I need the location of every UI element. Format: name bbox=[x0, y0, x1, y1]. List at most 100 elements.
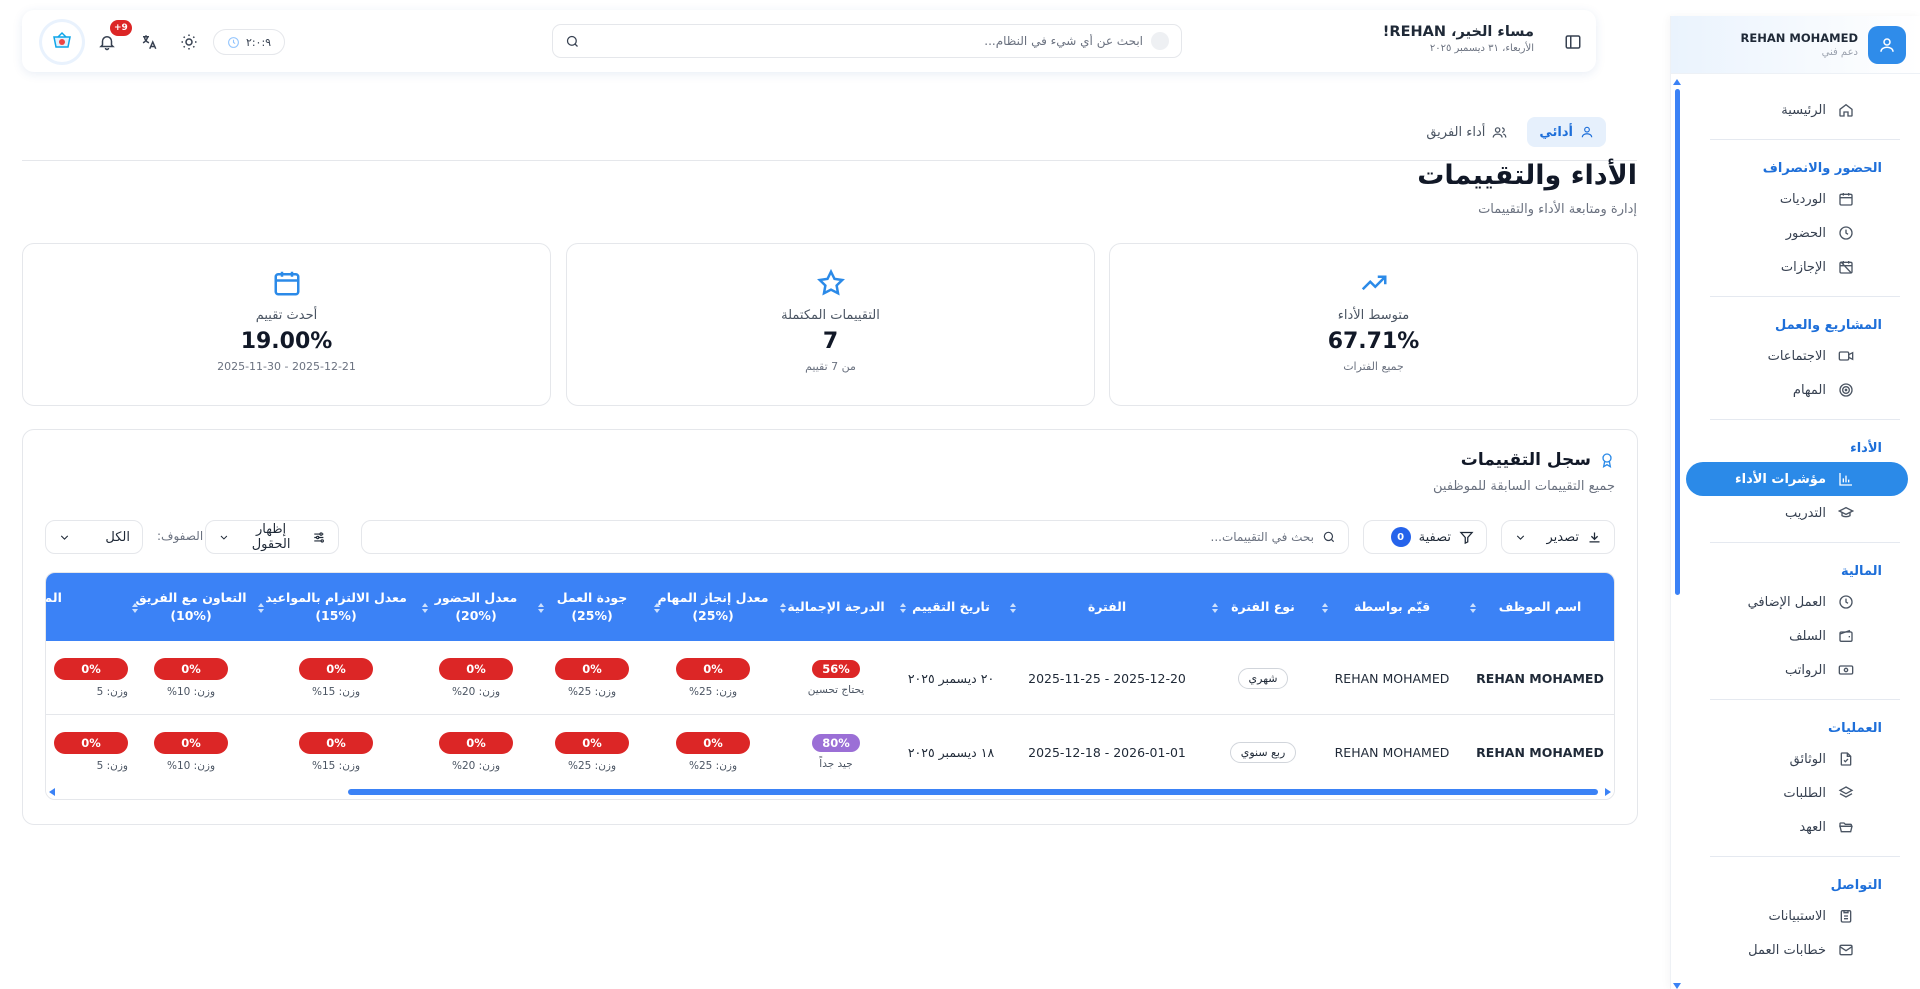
header-text: الدرجة الإجمالية bbox=[787, 598, 885, 614]
sidebar-nav[interactable]: الرئيسية الحضور والانصراف الورديات الحضو… bbox=[1671, 79, 1920, 989]
global-search[interactable] bbox=[552, 24, 1182, 58]
cell-period: 2025-12-18 - 2026-01-01 bbox=[1006, 715, 1208, 789]
sidebar-scroll-up[interactable] bbox=[1673, 79, 1681, 85]
metric-badge: 0% bbox=[439, 658, 513, 680]
global-search-input[interactable] bbox=[580, 34, 1151, 48]
tab-team-performance[interactable]: أداء الفريق bbox=[1414, 117, 1519, 147]
sidebar-item-label: الإجازات bbox=[1780, 259, 1826, 275]
sidebar-item-meetings[interactable]: الاجتماعات bbox=[1686, 339, 1908, 373]
show-fields-button[interactable]: إظهار الحقول bbox=[205, 520, 339, 554]
table-search-input[interactable] bbox=[374, 530, 1322, 544]
sort-icon bbox=[1322, 603, 1328, 613]
company-logo[interactable] bbox=[42, 22, 82, 62]
theme-toggle-icon[interactable] bbox=[180, 33, 198, 51]
scroll-right-arrow[interactable] bbox=[1605, 788, 1611, 796]
column-header-task-completion[interactable]: معدل إنجاز المهام (25%) bbox=[650, 573, 776, 641]
stat-sub: من 7 تقييم bbox=[805, 360, 856, 373]
column-header-date[interactable]: تاريخ التقييم bbox=[896, 573, 1006, 641]
search-shortcut-icon bbox=[1151, 32, 1169, 50]
metric-badge: 0% bbox=[54, 732, 128, 754]
sidebar-item-custody[interactable]: العهد bbox=[1686, 810, 1908, 844]
column-header-attendance[interactable]: معدل الحضور (20%) bbox=[418, 573, 534, 641]
table-header: اسم الموظف قيّم بواسطة نوع الفترة الفترة… bbox=[46, 573, 1614, 641]
language-icon[interactable] bbox=[140, 33, 158, 51]
metric-weight: وزن: 25% bbox=[567, 686, 617, 698]
metric-badge: 0% bbox=[676, 732, 750, 754]
column-header-initiative[interactable]: المبادرة والإ (5%) bbox=[46, 573, 128, 641]
cell-metric: 0% وزن: 20% bbox=[418, 641, 534, 715]
user-avatar[interactable] bbox=[1868, 25, 1906, 64]
table-search[interactable] bbox=[361, 520, 1349, 554]
home-icon bbox=[1839, 103, 1853, 117]
rows-per-page-select[interactable]: الكل bbox=[45, 520, 143, 554]
bell-icon[interactable] bbox=[98, 33, 116, 51]
header-text: معدل إنجاز المهام (25%) bbox=[657, 589, 769, 623]
export-label: تصدير bbox=[1546, 529, 1579, 545]
column-header-total-score[interactable]: الدرجة الإجمالية bbox=[776, 573, 896, 641]
sidebar-item-documents[interactable]: الوثائق bbox=[1686, 742, 1908, 776]
sidebar-item-leaves[interactable]: الإجازات bbox=[1686, 250, 1908, 284]
cell-text: REHAN MOHAMED bbox=[1476, 670, 1604, 686]
cell-text: ١٨ ديسمبر ٢٠٢٥ bbox=[907, 744, 995, 760]
tab-my-performance[interactable]: أدائي bbox=[1527, 117, 1606, 147]
column-header-employee[interactable]: اسم الموظف bbox=[1466, 573, 1614, 641]
header-text: معدل الحضور (20%) bbox=[434, 589, 518, 623]
sidebar-item-home[interactable]: الرئيسية bbox=[1686, 93, 1908, 127]
column-header-teamwork[interactable]: التعاون مع الفريق (10%) bbox=[128, 573, 254, 641]
sidebar-item-salaries[interactable]: الرواتب bbox=[1686, 653, 1908, 687]
sidebar-scrollbar[interactable] bbox=[1675, 89, 1680, 595]
sidebar-item-training[interactable]: التدريب bbox=[1686, 496, 1908, 530]
sidebar-divider bbox=[1710, 296, 1900, 297]
scroll-track[interactable] bbox=[62, 789, 1598, 795]
cell-text: REHAN MOHAMED bbox=[1476, 744, 1604, 760]
sort-icon bbox=[1010, 603, 1016, 613]
metric-weight: وزن: 25% bbox=[688, 760, 738, 772]
graduation-cap-icon bbox=[1838, 506, 1854, 518]
cell-employee: REHAN MOHAMED bbox=[1466, 641, 1614, 715]
sidebar-item-advances[interactable]: السلف bbox=[1686, 619, 1908, 653]
metric-weight: وزن: 25% bbox=[567, 760, 617, 772]
table-row[interactable]: REHAN MOHAMED REHAN MOHAMED ربع سنوي 202… bbox=[46, 715, 1614, 789]
sidebar-item-requests[interactable]: الطلبات bbox=[1686, 776, 1908, 810]
sidebar-toggle-icon[interactable] bbox=[1564, 33, 1582, 51]
header-text: تاريخ التقييم bbox=[912, 598, 990, 614]
metric-badge: 0% bbox=[154, 658, 228, 680]
sidebar-user-card[interactable]: REHAN MOHAMED دعم فني bbox=[1671, 16, 1920, 74]
filter-button[interactable]: تصفية 0 bbox=[1363, 520, 1487, 554]
column-header-rated-by[interactable]: قيّم بواسطة bbox=[1318, 573, 1466, 641]
banknote-icon bbox=[1838, 665, 1854, 675]
sidebar-item-label: العمل الإضافي bbox=[1747, 594, 1826, 610]
cell-period-type: شهري bbox=[1208, 641, 1318, 715]
scroll-left-arrow[interactable] bbox=[49, 788, 55, 796]
sidebar-scroll-down[interactable] bbox=[1673, 983, 1681, 989]
sidebar-item-surveys[interactable]: الاستبيانات bbox=[1686, 899, 1908, 933]
sidebar-item-label: الاستبيانات bbox=[1768, 908, 1826, 924]
cell-metric: 0% وزن: 5 bbox=[46, 715, 128, 789]
mail-icon bbox=[1839, 944, 1853, 956]
sidebar-item-overtime[interactable]: العمل الإضافي bbox=[1686, 585, 1908, 619]
column-header-punctuality[interactable]: معدل الالتزام بالمواعيد (15%) bbox=[254, 573, 418, 641]
table-row[interactable]: REHAN MOHAMED REHAN MOHAMED شهري 2025-11… bbox=[46, 641, 1614, 715]
sidebar-item-kpis[interactable]: مؤشرات الأداء bbox=[1686, 462, 1908, 496]
stat-card-completed: التقييمات المكتملة 7 من 7 تقييم bbox=[566, 243, 1095, 406]
score-label: يحتاج تحسين bbox=[807, 684, 865, 696]
scroll-thumb[interactable] bbox=[348, 789, 1598, 795]
award-icon bbox=[1602, 453, 1612, 468]
sidebar-item-shifts[interactable]: الورديات bbox=[1686, 182, 1908, 216]
cell-metric: 0% وزن: 10% bbox=[128, 715, 254, 789]
sidebar-item-letters[interactable]: خطابات العمل bbox=[1686, 933, 1908, 967]
sidebar: REHAN MOHAMED دعم فني الرئيسية الحضور وا… bbox=[1670, 16, 1920, 989]
sidebar-divider bbox=[1710, 699, 1900, 700]
column-header-period[interactable]: الفترة bbox=[1006, 573, 1208, 641]
stat-label: أحدث تقييم bbox=[255, 308, 318, 323]
column-header-period-type[interactable]: نوع الفترة bbox=[1208, 573, 1318, 641]
column-header-work-quality[interactable]: جودة العمل (25%) bbox=[534, 573, 650, 641]
export-button[interactable]: تصدير bbox=[1501, 520, 1615, 554]
sidebar-divider bbox=[1710, 139, 1900, 140]
user-role: دعم فني bbox=[1821, 47, 1858, 58]
table-horizontal-scrollbar[interactable] bbox=[46, 785, 1614, 799]
clock-display: ٢:٠:٩ bbox=[213, 29, 285, 55]
sidebar-item-attendance[interactable]: الحضور bbox=[1686, 216, 1908, 250]
metric-badge: 0% bbox=[555, 732, 629, 754]
sidebar-item-tasks[interactable]: المهام bbox=[1686, 373, 1908, 407]
